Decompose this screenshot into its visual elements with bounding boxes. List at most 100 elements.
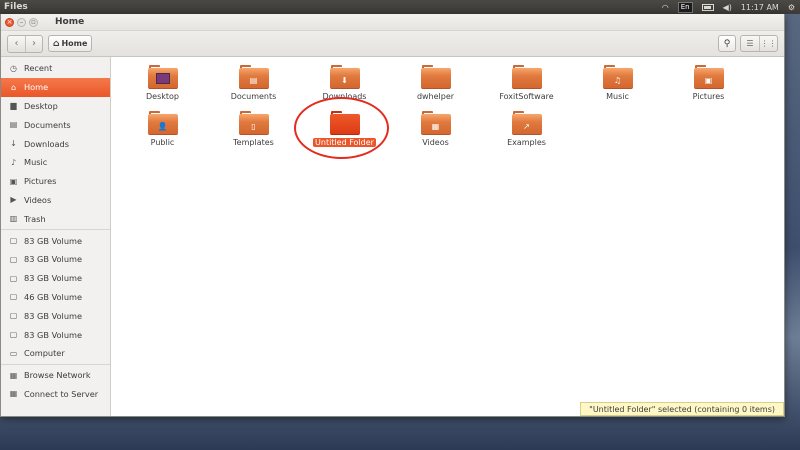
folder-item-desktop[interactable]: Desktop (117, 63, 208, 109)
sidebar-item-83-gb-volume[interactable]: ▢ 83 GB Volume (1, 306, 110, 325)
sidebar-item-label: 83 GB Volume (24, 329, 83, 340)
sidebar-separator (1, 229, 110, 231)
sidebar-item-label: Downloads (24, 138, 69, 149)
downloads-icon: ⬇ (341, 75, 348, 85)
folder-label: Videos (422, 138, 449, 147)
folder-icon (420, 65, 451, 89)
folder-label: Documents (230, 92, 277, 101)
sidebar-item-desktop[interactable]: ▆ Desktop (1, 97, 110, 116)
sidebar-item-downloads[interactable]: ↓ Downloads (1, 134, 110, 153)
sidebar-item-label: 46 GB Volume (24, 291, 83, 302)
clock[interactable]: 11:17 AM (741, 3, 779, 12)
back-button[interactable]: ‹ (8, 36, 25, 52)
folder-label: Downloads (322, 92, 367, 101)
link-icon: ↗ (523, 121, 530, 131)
sidebar-item-connect-to-server[interactable]: ▦ Connect to Server (1, 385, 110, 404)
close-button[interactable]: × (5, 17, 14, 27)
drive-icon: ▢ (9, 254, 18, 264)
keyboard-layout-indicator[interactable]: En (677, 1, 693, 13)
battery-icon[interactable] (701, 3, 714, 11)
folder-item-pictures[interactable]: ▣ Pictures (663, 63, 754, 109)
file-grid: Desktop ▤ Documents ⬇ Downloads dwhelper Foxit… (117, 63, 754, 155)
folder-item-public[interactable]: 👤 Public (117, 109, 208, 155)
sidebar-separator (1, 363, 110, 365)
trash-icon: ▥ (9, 214, 18, 224)
wifi-icon[interactable]: ◠ (662, 3, 669, 12)
downloads-icon: ↓ (10, 139, 17, 149)
pictures-icon: ▣ (9, 176, 18, 186)
folder-label: Examples (507, 138, 546, 147)
grid-view-button[interactable]: ⋮⋮ (759, 36, 777, 51)
folder-icon: ▦ (420, 111, 451, 135)
minimize-button[interactable]: – (17, 17, 26, 27)
files-window: × – ▫ Home ‹ › ⌂ Home ⚲ ☰ ⋮⋮ ◷ Recent ⌂ Hom… (0, 14, 785, 417)
path-label: Home (61, 39, 88, 48)
home-icon: ⌂ (53, 38, 60, 49)
folder-label: Music (606, 92, 629, 101)
titlebar[interactable]: × – ▫ Home (1, 14, 784, 31)
sidebar-item-label: Computer (24, 348, 65, 359)
templates-icon: ▯ (251, 121, 256, 131)
sidebar-item-browse-network[interactable]: ▦ Browse Network (1, 366, 110, 385)
folder-icon: ♫ (602, 65, 633, 89)
network-icon: ▦ (9, 370, 18, 380)
sidebar-item-label: Pictures (24, 176, 57, 187)
computer-icon: ▭ (9, 348, 18, 358)
folder-item-videos[interactable]: ▦ Videos (390, 109, 481, 155)
search-button[interactable]: ⚲ (718, 35, 736, 52)
folder-item-untitled-folder[interactable]: Untitled Folder (299, 109, 390, 155)
drive-icon: ▢ (9, 292, 18, 302)
folder-item-examples[interactable]: ↗ Examples (481, 109, 572, 155)
sidebar-item-recent[interactable]: ◷ Recent (1, 59, 110, 78)
drive-icon: ▢ (9, 311, 18, 321)
sidebar-item-music[interactable]: ♪ Music (1, 153, 110, 172)
sidebar-item-83-gb-volume[interactable]: ▢ 83 GB Volume (1, 231, 110, 250)
desktop-icon: ▆ (10, 101, 17, 111)
sidebar-item-label: Music (24, 157, 48, 168)
path-bar-home[interactable]: ⌂ Home (48, 35, 93, 52)
sidebar-item-videos[interactable]: ▶ Videos (1, 191, 110, 210)
videos-icon: ▶ (10, 195, 17, 205)
folder-label: dwhelper (416, 92, 455, 101)
maximize-button[interactable]: ▫ (29, 17, 38, 27)
folder-item-dwhelper[interactable]: dwhelper (390, 63, 481, 109)
forward-button[interactable]: › (25, 35, 42, 52)
folder-item-templates[interactable]: ▯ Templates (208, 109, 299, 155)
desktop-icon (155, 73, 170, 84)
sidebar-item-documents[interactable]: ▤ Documents (1, 115, 110, 134)
sidebar-item-label: Documents (24, 119, 71, 130)
drive-icon: ▢ (9, 273, 18, 283)
sidebar-item-pictures[interactable]: ▣ Pictures (1, 172, 110, 191)
drive-icon: ▢ (9, 330, 18, 340)
sidebar-item-83-gb-volume[interactable]: ▢ 83 GB Volume (1, 269, 110, 288)
folder-icon (329, 111, 360, 135)
folder-label: Desktop (146, 92, 179, 101)
search-icon: ⚲ (723, 38, 731, 49)
sidebar-item-label: Recent (24, 63, 53, 74)
sidebar-item-83-gb-volume[interactable]: ▢ 83 GB Volume (1, 250, 110, 269)
folder-item-downloads[interactable]: ⬇ Downloads (299, 63, 390, 109)
gear-icon[interactable]: ⚙ (788, 3, 795, 12)
folder-icon (147, 65, 178, 89)
volume-icon[interactable]: ◀) (723, 3, 732, 12)
sidebar-item-trash[interactable]: ▥ Trash (1, 209, 110, 228)
sidebar-item-label: Videos (24, 194, 52, 205)
sidebar-item-label: 83 GB Volume (24, 235, 83, 246)
sidebar-item-home[interactable]: ⌂ Home (1, 77, 110, 97)
folder-item-foxitsoftware[interactable]: FoxitSoftware (481, 63, 572, 109)
sidebar-item-46-gb-volume[interactable]: ▢ 46 GB Volume (1, 288, 110, 307)
folder-item-music[interactable]: ♫ Music (572, 63, 663, 109)
toolbar: ‹ › ⌂ Home ⚲ ☰ ⋮⋮ (1, 31, 784, 57)
drive-icon: ▢ (9, 236, 18, 246)
folder-item-documents[interactable]: ▤ Documents (208, 63, 299, 109)
folder-label: Untitled Folder (313, 138, 376, 147)
pictures-icon: ▣ (704, 75, 713, 85)
folder-label: Pictures (692, 92, 725, 101)
documents-icon: ▤ (249, 75, 258, 85)
sidebar-item-computer[interactable]: ▭ Computer (1, 344, 110, 363)
videos-icon: ▦ (431, 121, 440, 131)
file-view[interactable]: Desktop ▤ Documents ⬇ Downloads dwhelper Foxit… (111, 57, 784, 416)
view-switcher: ☰ ⋮⋮ (740, 35, 778, 52)
sidebar-item-83-gb-volume[interactable]: ▢ 83 GB Volume (1, 325, 110, 344)
list-view-button[interactable]: ☰ (741, 36, 759, 51)
